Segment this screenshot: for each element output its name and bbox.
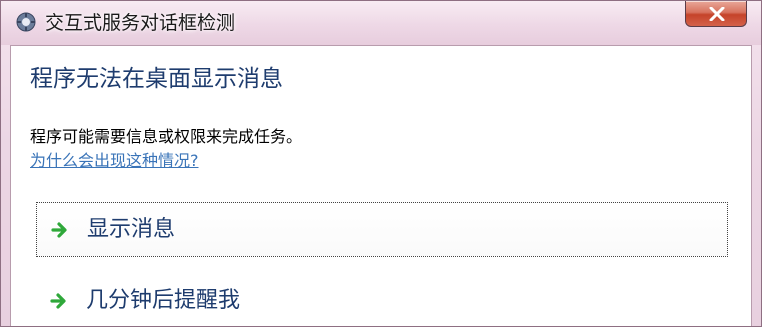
remind-later-label: 几分钟后提醒我 xyxy=(86,288,241,313)
help-link[interactable]: 为什么会出现这种情况? xyxy=(30,150,199,172)
close-button[interactable] xyxy=(685,1,747,27)
dialog-content: 程序无法在桌面显示消息 程序可能需要信息或权限来完成任务。 为什么会出现这种情况… xyxy=(10,45,752,326)
show-message-label: 显示消息 xyxy=(87,217,176,242)
window-title: 交互式服务对话框检测 xyxy=(45,12,236,34)
dialog-window: 交互式服务对话框检测 程序无法在桌面显示消息 程序可能需要信息或权限来完成任务。… xyxy=(0,0,762,327)
show-message-option[interactable]: 显示消息 xyxy=(36,202,728,257)
title-bar[interactable]: 交互式服务对话框检测 xyxy=(1,1,761,45)
close-icon xyxy=(709,7,725,21)
remind-later-option[interactable]: 几分钟后提醒我 xyxy=(36,274,728,326)
dialog-body-text: 程序可能需要信息或权限来完成任务。 xyxy=(30,127,303,146)
green-arrow-icon xyxy=(51,221,69,239)
green-arrow-icon xyxy=(50,292,68,310)
dialog-headline: 程序无法在桌面显示消息 xyxy=(30,66,283,92)
app-icon xyxy=(15,11,37,33)
